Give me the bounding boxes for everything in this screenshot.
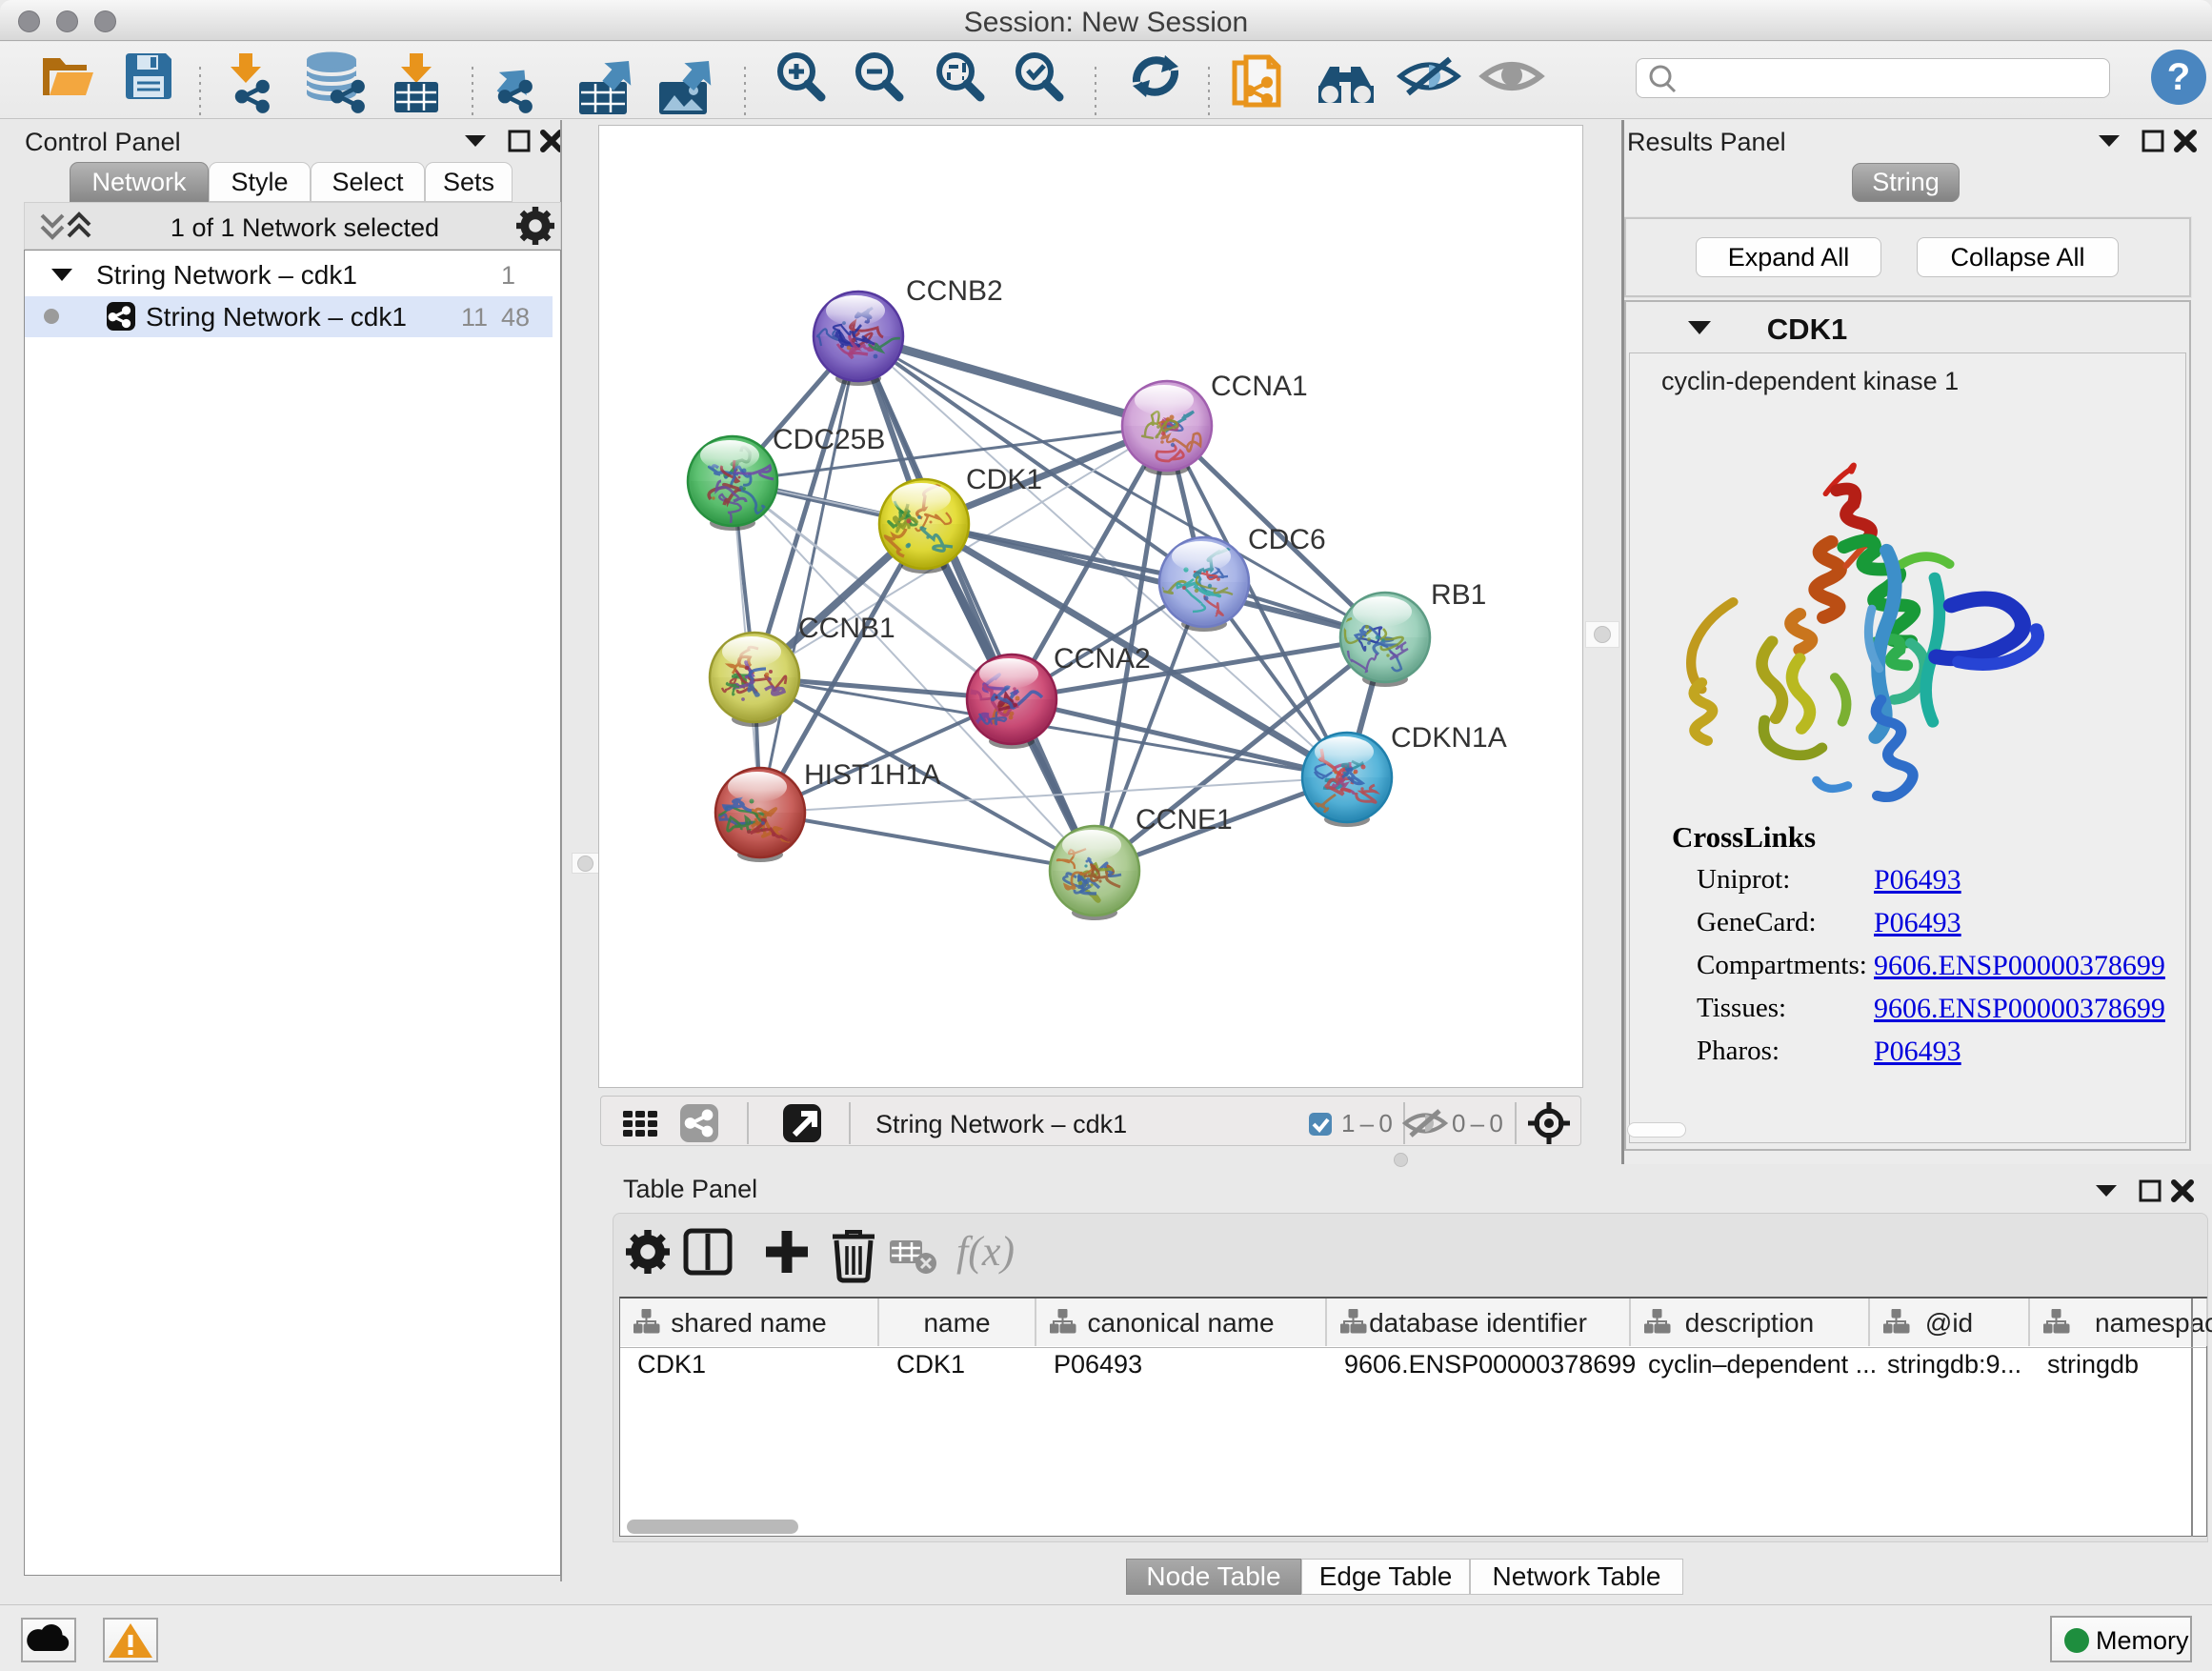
svg-text:1 – 0: 1 – 0 — [1341, 1109, 1393, 1137]
svg-text:f(x): f(x) — [956, 1228, 1015, 1275]
svg-text:String Network – cdk1: String Network – cdk1 — [146, 302, 407, 332]
svg-text:48: 48 — [501, 303, 530, 332]
svg-text:1: 1 — [501, 261, 515, 290]
svg-text:CDK1: CDK1 — [1767, 312, 1847, 346]
svg-text:11: 11 — [461, 303, 488, 332]
svg-text:HIST1H1A: HIST1H1A — [804, 759, 940, 791]
svg-text:0 – 0: 0 – 0 — [1452, 1109, 1503, 1137]
svg-text:String Network – cdk1: String Network – cdk1 — [96, 260, 357, 290]
svg-text:CCNA1: CCNA1 — [1211, 371, 1308, 402]
svg-text:CCNE1: CCNE1 — [1136, 804, 1233, 836]
svg-text:CCNA2: CCNA2 — [1054, 643, 1151, 674]
svg-text:CDC6: CDC6 — [1248, 524, 1326, 555]
svg-text:CCNB2: CCNB2 — [906, 275, 1003, 307]
svg-text:CDC25B: CDC25B — [773, 424, 885, 455]
svg-text:?: ? — [2167, 56, 2190, 98]
svg-text:RB1: RB1 — [1431, 579, 1486, 611]
svg-text:CDK1: CDK1 — [966, 464, 1042, 495]
svg-text:CCNB1: CCNB1 — [798, 613, 895, 644]
svg-text:String Network – cdk1: String Network – cdk1 — [875, 1110, 1127, 1138]
svg-text:CDKN1A: CDKN1A — [1391, 722, 1507, 754]
svg-text:1 of 1 Network selected: 1 of 1 Network selected — [171, 213, 439, 242]
